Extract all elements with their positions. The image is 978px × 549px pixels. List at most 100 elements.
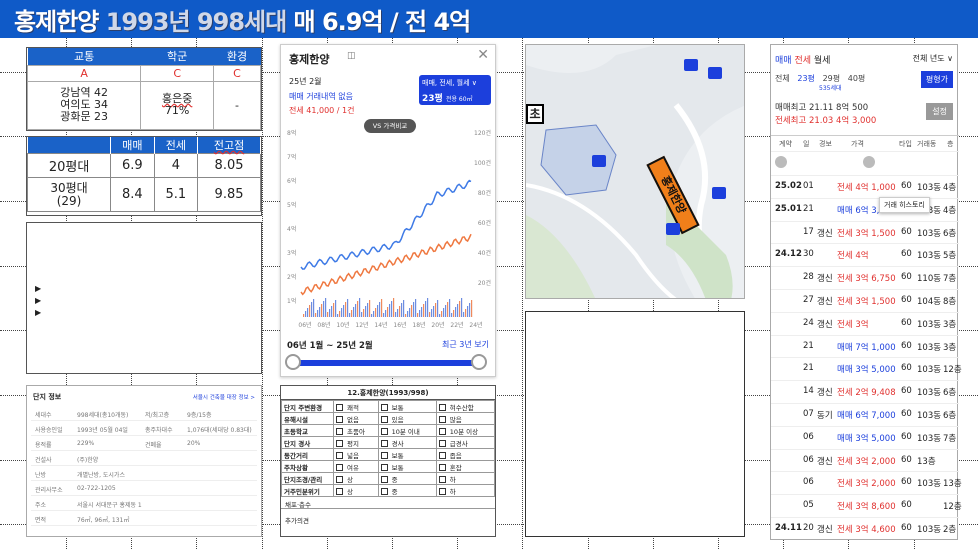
info-cell: 사용승인일 [35,427,63,434]
y-tick-left: 5억 [287,201,296,209]
size-compare-button[interactable]: 평형가 [920,71,953,88]
table-row[interactable]: 25.02 01 전세 4억 1,000 60 103동 4층 [771,175,959,195]
table-row[interactable]: 24.11 20 갱신 전세 3억 4,600 60 103동 2층 [771,517,959,537]
slider-handle-start[interactable] [285,354,301,370]
info-cell: 1993년 05월 04일 [77,427,128,434]
checklist-label: 단지 경사 [281,436,334,449]
checklist-option: 10분 이상 [449,427,479,436]
table-row[interactable]: 17 갱신 전세 3억 1,500 60 103동 6층 [771,220,959,241]
map-view[interactable]: 초 홍제한양 [525,44,745,299]
building-registry-link[interactable]: 서울시 건축물 대장 정보 > [193,393,255,401]
row-day: 06 [803,477,814,488]
row-price: 매매 3억 5,000 [837,433,896,444]
header-transport: 교통 [27,48,141,65]
range-slider[interactable] [293,360,479,366]
table-row[interactable]: 25.0121매매 6억 3,50060103동4층 [771,197,959,218]
recent-3y-link[interactable]: 최근 3년 보기 [442,339,489,350]
chart-date: 25년 2월 [289,77,322,86]
table-row[interactable]: 28 갱신 전세 3억 6,750 60 110동 7층 [771,266,959,286]
checkbox[interactable] [380,452,388,459]
row-floor: 12층 [943,365,962,376]
x-tick: 20년 [431,321,444,329]
table-row[interactable]: 24 갱신 전세 3억 60 103동 3층 [771,311,959,332]
checkbox[interactable] [438,428,446,435]
volume-bar [451,313,453,317]
checkbox[interactable] [336,476,343,483]
volume-bar [377,305,379,317]
table-row[interactable]: 06 갱신 전세 3억 2,000 60 13층 [771,448,959,469]
checkbox[interactable] [336,428,343,435]
checkbox[interactable] [438,488,446,495]
x-tick: 14년 [374,321,387,329]
checkbox[interactable] [336,416,343,423]
volume-bar [467,306,469,317]
table-row[interactable]: 06 전세 3억 2,000 60 103동 13층 [771,471,962,491]
checkbox[interactable] [380,404,388,411]
table-row[interactable]: 07 동기 매매 6억 7,000 60 103동 6층 [771,403,959,423]
row-price: 매매 7억 1,000 [837,342,896,353]
volume-bar [383,313,385,317]
app-title: 홍제한양 [289,53,330,66]
checkbox[interactable] [336,488,343,495]
tab-sale[interactable]: 매매 [775,56,792,66]
table-row[interactable]: 05 전세 3억 8,600 60 12층 [771,494,962,514]
row-price: 전세 3억 1,500 [837,228,896,239]
table-row[interactable]: 06 매매 3억 5,000 60 103동 7층 [771,425,959,446]
checkbox[interactable] [438,416,446,423]
volume-bar [423,304,425,317]
table-row[interactable]: 21 매매 3억 5,000 60 103동 12층 [771,357,962,377]
checklist-table: 단지 주변환경 쾌적 보통 혀수산함 유해시설 없음 있음 많음 초등학교 초품아 10분 이내 10… [281,400,496,497]
x-tick: 08년 [317,321,330,329]
table-row[interactable]: 27 갱신 전세 3억 1,500 60 104동 8층 [771,289,959,309]
listing-pin[interactable] [712,187,726,199]
checkbox[interactable] [380,464,388,471]
close-icon[interactable]: ✕ [477,47,489,63]
date-range: 06년 1월 ~ 25년 2월 [287,341,373,351]
checkbox[interactable] [438,464,446,471]
y-tick-left: 6억 [287,177,296,185]
checkbox[interactable] [336,452,343,459]
checklist-option: 좁음 [449,451,462,460]
price-chart: 8억 7억 6억 5억 4억 3억 2억 1억 120건 100건 80건 60건 40건 20건 06년 0… [287,129,491,329]
checkbox[interactable] [380,476,388,483]
size-tab-29[interactable]: 29평 [823,74,841,83]
year-filter[interactable]: 전체 년도 ∨ [913,53,953,64]
volume-bar [443,308,445,317]
checkbox[interactable] [380,428,388,435]
settings-button[interactable]: 설정 [926,103,953,120]
checkbox[interactable] [380,488,388,495]
checkbox[interactable] [438,404,446,411]
row-price: 매매 3억 5,000 [837,365,896,376]
book-icon[interactable]: ◫ [347,51,356,61]
x-tick: 22년 [450,321,463,329]
checkbox[interactable] [438,452,446,459]
size-tab-40[interactable]: 40평 [848,74,866,83]
listing-pin[interactable] [666,223,680,235]
listing-pin[interactable] [684,59,698,71]
y-tick-left: 1억 [287,297,296,305]
volume-bar [417,313,419,317]
listing-pin[interactable] [592,155,606,167]
size-label: 23평 [422,94,443,104]
slider-handle-end[interactable] [471,354,487,370]
table-row[interactable]: 21 매매 7억 1,000 60 103동 3층 [771,334,959,355]
size-tab-all[interactable]: 전체 [775,74,790,83]
school-marker[interactable]: 초 [526,104,544,124]
checkbox[interactable] [380,440,388,447]
table-row[interactable]: 14 갱신 전세 2억 9,408 60 103동 6층 [771,380,959,400]
listing-pin[interactable] [708,67,722,79]
checkbox[interactable] [336,440,343,447]
checkbox[interactable] [438,476,446,483]
table-row[interactable]: 24.12 30 전세 4억 60 103동 5층 [771,243,959,263]
checkbox[interactable] [380,416,388,423]
size-tab-23[interactable]: 23평 [797,74,815,83]
size-filter[interactable]: 매매, 전세, 월세 ∨ 23평 전용 60㎡ [419,75,491,105]
row-floor: 6층 [943,388,957,399]
checkbox[interactable] [336,464,343,471]
checkbox[interactable] [336,404,343,411]
tab-lease[interactable]: 전세 [794,56,811,66]
tab-monthly[interactable]: 월세 [814,56,831,66]
checkbox[interactable] [438,440,446,447]
info-row: 관리사무소 02-722-1205 [31,481,257,496]
row-floor: 6층 [943,411,957,421]
